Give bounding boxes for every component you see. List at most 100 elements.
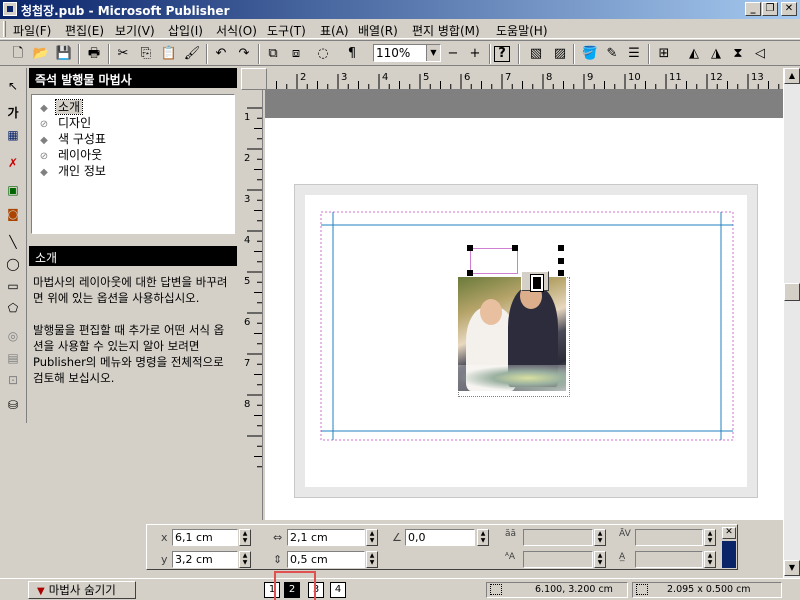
menu-view[interactable]: 보기(V) (115, 22, 155, 39)
pointer-tool-icon[interactable]: ↖ (3, 76, 23, 96)
undo-icon[interactable]: ↶ (211, 44, 231, 64)
kerning-spinner[interactable]: ▲ ▼ (704, 529, 716, 546)
rectangle-tool-icon[interactable]: ▭ (3, 276, 23, 296)
shadow-pattern-icon[interactable]: ▨ (550, 44, 570, 64)
menu-insert[interactable]: 삽입(I) (168, 22, 203, 39)
tracking-spinner[interactable]: ▲ ▼ (594, 529, 606, 546)
hotspot-tool-icon[interactable]: ⊡ (3, 370, 23, 390)
panel-splitter[interactable] (29, 236, 237, 244)
line-spacing-input[interactable] (635, 551, 703, 568)
custom-shapes-tool-icon[interactable]: ⬠ (3, 298, 23, 318)
selected-text-frame[interactable] (470, 248, 518, 274)
text-scaling-spinner[interactable]: ▲ ▼ (594, 551, 606, 568)
html-code-tool-icon[interactable]: ▤ (3, 348, 23, 368)
print-icon[interactable]: 🖶 (84, 44, 104, 64)
restore-button[interactable]: ❐ (762, 2, 778, 16)
line-style-icon[interactable]: ☰ (624, 44, 644, 64)
kerning-input[interactable] (635, 529, 703, 546)
bring-to-front-icon[interactable]: ⧉ (263, 44, 283, 64)
form-control-tool-icon[interactable]: ◎ (3, 326, 23, 346)
picture-frame-tool-icon[interactable]: ▣ (3, 180, 23, 200)
menu-grip[interactable] (3, 21, 6, 37)
fill-pattern-icon[interactable]: ▧ (526, 44, 546, 64)
selection-handle[interactable] (558, 245, 564, 251)
rotation-spinner[interactable]: ▲ ▼ (477, 529, 489, 546)
special-characters-icon[interactable]: ¶ (342, 44, 362, 64)
menu-edit[interactable]: 편집(E) (65, 22, 104, 39)
new-document-icon[interactable]: 🗋 (8, 44, 28, 64)
connect-frames-icon[interactable] (521, 271, 549, 292)
wizard-item-layout[interactable]: ⊘ 레이아웃 (38, 146, 104, 162)
width-spinner[interactable]: ▲ ▼ (366, 529, 378, 546)
flip-horizontal-icon[interactable]: ⧗ (728, 44, 748, 64)
send-to-back-icon[interactable]: ⧈ (286, 44, 306, 64)
tracking-input[interactable] (523, 529, 593, 546)
rotate-right-icon[interactable]: ◮ (706, 44, 726, 64)
page-tab-4[interactable]: 4 (330, 582, 346, 598)
x-position-input[interactable]: 6,1 cm (172, 529, 238, 546)
copy-icon[interactable]: ⎘ (136, 44, 156, 64)
fill-color-icon[interactable]: 🪣 (580, 44, 600, 64)
oval-tool-icon[interactable]: ◯ (3, 254, 23, 274)
wizard-item-personal-info[interactable]: ◆ 개인 정보 (38, 162, 108, 178)
selection-handle[interactable] (558, 258, 564, 264)
menu-tools[interactable]: 도구(T) (267, 22, 306, 39)
design-gallery-tool-icon[interactable]: ⛁ (3, 395, 23, 415)
close-button[interactable]: ✕ (781, 2, 797, 16)
wizard-item-intro[interactable]: ◆ 소개 (38, 98, 84, 115)
clip-gallery-tool-icon[interactable]: ◙ (3, 204, 23, 224)
minimize-button[interactable]: _ (745, 2, 761, 16)
help-button[interactable]: ? (494, 46, 510, 62)
height-input[interactable]: 0,5 cm (287, 551, 365, 568)
save-icon[interactable]: 💾 (54, 44, 74, 64)
selection-handle[interactable] (558, 270, 564, 276)
vertical-scrollbar[interactable]: ▲ ▼ (783, 68, 800, 578)
menu-help[interactable]: 도움말(H) (496, 22, 548, 39)
redo-icon[interactable]: ↷ (234, 44, 254, 64)
wedding-photo[interactable] (458, 277, 566, 391)
open-folder-icon[interactable]: 📂 (31, 44, 51, 64)
ruler-origin[interactable] (241, 68, 267, 90)
zoom-in-button[interactable]: + (465, 44, 485, 64)
wordart-tool-icon[interactable]: ✗ (3, 153, 23, 173)
menu-format[interactable]: 서식(O) (216, 22, 257, 39)
menu-mail-merge[interactable]: 편지 병합(M) (412, 22, 480, 39)
rotation-input[interactable]: 0,0 (405, 529, 475, 546)
selection-handle[interactable] (467, 270, 473, 276)
height-spinner[interactable]: ▲ ▼ (366, 551, 378, 568)
custom-rotate-icon[interactable]: ◌ (313, 44, 333, 64)
cut-icon[interactable]: ✂ (113, 44, 133, 64)
selection-handle[interactable] (467, 245, 473, 251)
x-spinner[interactable]: ▲ ▼ (239, 529, 251, 546)
vertical-ruler[interactable]: 1 2 3 4 5 6 7 8 (241, 90, 263, 520)
y-position-input[interactable]: 3,2 cm (172, 551, 238, 568)
close-measurements-button[interactable]: ✕ (722, 527, 736, 539)
text-frame-tool-icon[interactable]: 가 (3, 103, 23, 123)
line-spacing-spinner[interactable]: ▲ ▼ (704, 551, 716, 568)
paste-icon[interactable]: 📋 (159, 44, 179, 64)
table-frame-tool-icon[interactable]: ▦ (3, 125, 23, 145)
hide-wizard-button[interactable]: ▼ 마법사 숨기기 (28, 581, 136, 599)
menu-table[interactable]: 표(A) (320, 22, 349, 39)
width-input[interactable]: 2,1 cm (287, 529, 365, 546)
chevron-down-icon[interactable]: ▼ (426, 45, 440, 61)
wizard-item-design[interactable]: ⊘ 디자인 (38, 114, 93, 130)
object-properties-icon[interactable]: ⊞ (654, 44, 674, 64)
line-tool-icon[interactable]: ╲ (3, 232, 23, 252)
scroll-thumb[interactable] (784, 283, 800, 301)
rotate-left-icon[interactable]: ◭ (684, 44, 704, 64)
format-painter-icon[interactable]: 🖌 (182, 44, 202, 64)
selection-handle[interactable] (512, 245, 518, 251)
menu-arrange[interactable]: 배열(R) (358, 22, 398, 39)
zoom-select[interactable]: 110% ▼ (373, 44, 441, 62)
menu-file[interactable]: 파일(F) (13, 22, 51, 39)
horizontal-ruler[interactable]: 2 3 4 5 6 7 8 9 10 11 12 13 (267, 68, 783, 90)
y-spinner[interactable]: ▲ ▼ (239, 551, 251, 568)
line-color-icon[interactable]: ✎ (602, 44, 622, 64)
scroll-up-arrow[interactable]: ▲ (784, 68, 800, 84)
text-scaling-input[interactable] (523, 551, 593, 568)
zoom-out-button[interactable]: − (443, 44, 463, 64)
publisher-app-icon[interactable] (3, 2, 17, 16)
flip-vertical-icon[interactable]: ◁ (750, 44, 770, 64)
wizard-item-color-scheme[interactable]: ◆ 색 구성표 (38, 130, 108, 146)
